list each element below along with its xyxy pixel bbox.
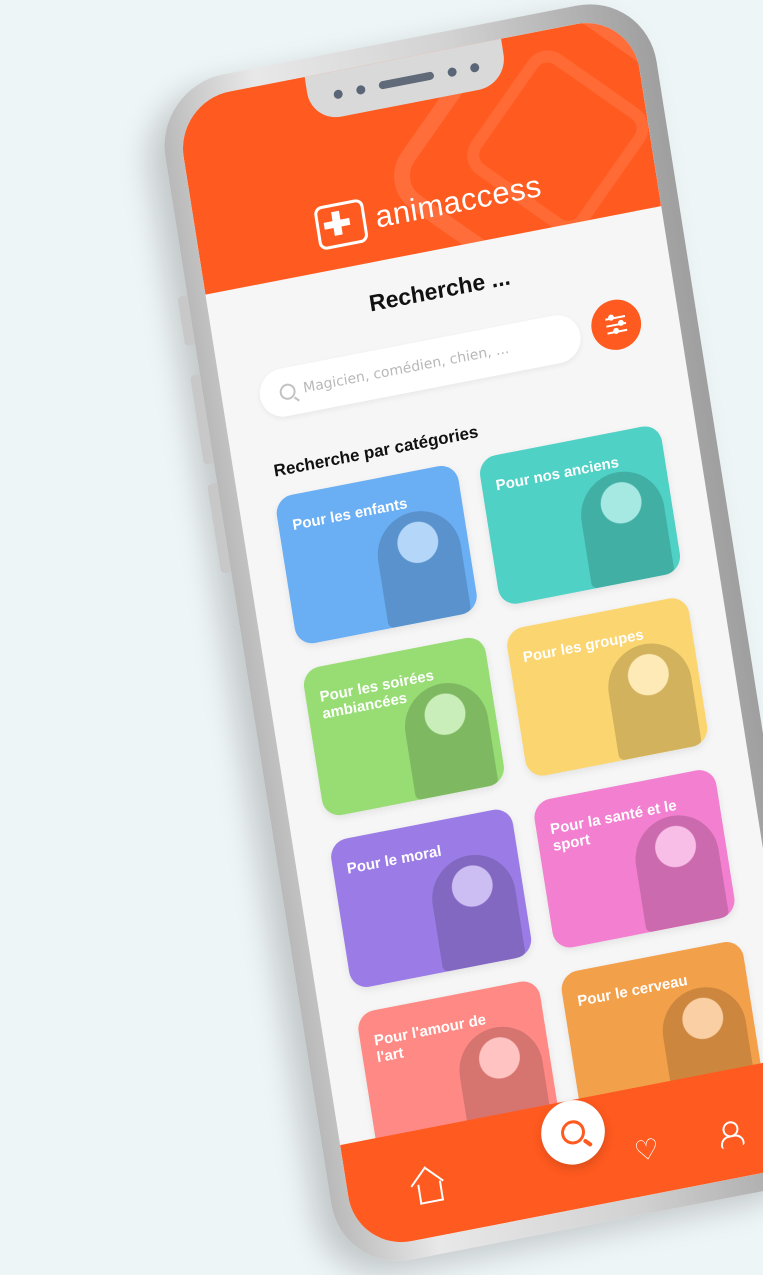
sensor-dot bbox=[446, 66, 458, 77]
search-icon bbox=[559, 1118, 587, 1147]
clown-photo bbox=[371, 503, 472, 629]
sensor-dot bbox=[333, 88, 344, 100]
category-grid: Pour les enfants Pour nos anciens Pour l… bbox=[274, 423, 763, 1162]
user-icon bbox=[717, 1120, 741, 1149]
superhero-photo bbox=[426, 847, 526, 973]
nav-favorites-button[interactable]: ♡ bbox=[622, 1125, 672, 1177]
dog-and-senior-photo bbox=[575, 464, 675, 590]
category-card-groupes[interactable]: Pour les groupes bbox=[504, 595, 710, 779]
category-card-sante-sport[interactable]: Pour la santé et le sport bbox=[531, 767, 738, 951]
front-camera bbox=[469, 61, 480, 73]
sensor-dot bbox=[355, 84, 366, 95]
nav-search-button[interactable] bbox=[536, 1094, 610, 1171]
category-card-enfants[interactable]: Pour les enfants bbox=[274, 462, 480, 647]
phone-mockup: animaccess Recherche ... Magicien, coméd… bbox=[154, 0, 763, 1273]
earpiece-speaker bbox=[378, 71, 435, 90]
nav-profile-button[interactable] bbox=[704, 1109, 754, 1161]
heart-icon: ♡ bbox=[631, 1131, 662, 1169]
animaccess-logo-icon bbox=[313, 198, 370, 252]
category-card-anciens[interactable]: Pour nos anciens bbox=[477, 423, 683, 607]
category-card-moral[interactable]: Pour le moral bbox=[328, 806, 534, 991]
category-card-soirees[interactable]: Pour les soirées ambiancées bbox=[301, 634, 507, 819]
dogs-photo bbox=[602, 636, 702, 761]
home-icon bbox=[417, 1180, 445, 1205]
marketing-stage: animaccess Recherche ... Magicien, coméd… bbox=[0, 0, 763, 1274]
nav-home-button[interactable] bbox=[406, 1167, 456, 1219]
search-placeholder: Magicien, comédien, chien, ... bbox=[302, 340, 511, 397]
filter-icon-line bbox=[607, 328, 628, 335]
search-icon bbox=[278, 382, 297, 402]
filter-button[interactable] bbox=[587, 295, 645, 355]
